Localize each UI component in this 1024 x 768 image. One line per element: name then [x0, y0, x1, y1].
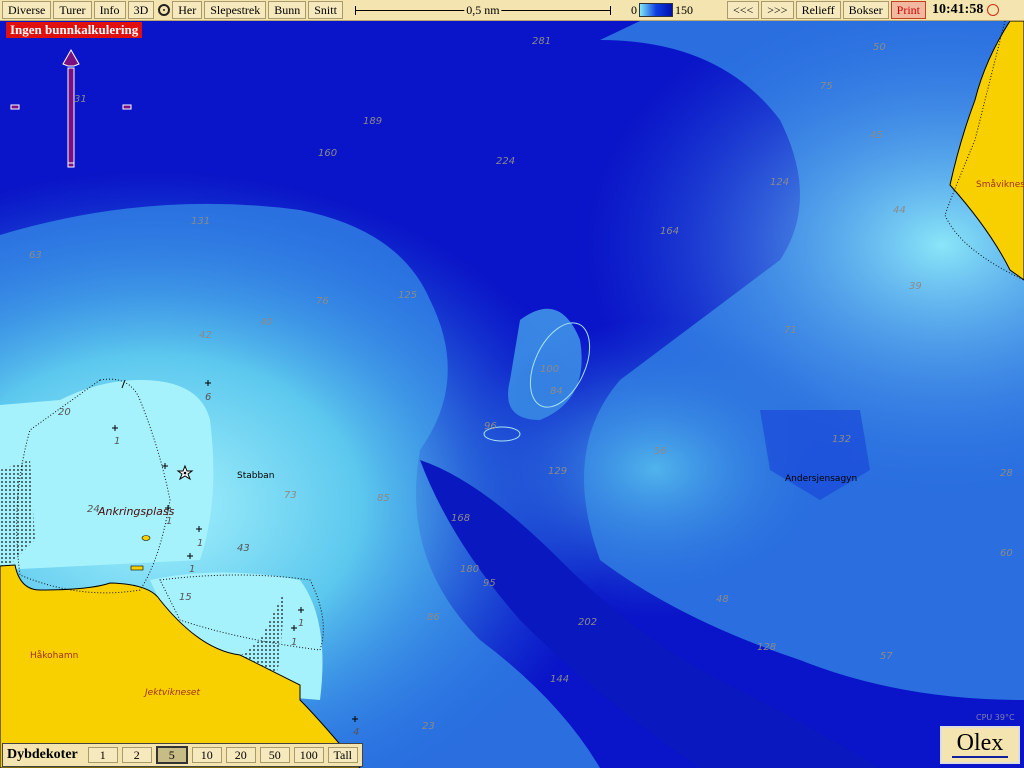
place-hakohamn: Håkohamn — [30, 651, 79, 661]
contour-10-button[interactable]: 10 — [191, 747, 222, 763]
contour-100-button[interactable]: 100 — [293, 747, 324, 763]
depth-label: 71 — [784, 325, 797, 336]
depth-label: 164 — [660, 226, 680, 237]
depth-contour-bar: Dybdekoter 1 2 5 10 20 50 100 Tall — [2, 743, 363, 767]
turer-button[interactable]: Turer — [53, 1, 92, 19]
depth-label: 85 — [377, 493, 390, 504]
depth-label: 132 — [832, 434, 852, 445]
depth-label: 281 — [532, 36, 552, 47]
shallow-depth-label: 4 — [353, 727, 360, 738]
contour-5-button[interactable]: 5 — [155, 746, 188, 764]
depth-label: 160 — [318, 148, 338, 159]
depth-label: 95 — [483, 578, 496, 589]
depth-label: 50 — [873, 42, 886, 53]
depth-label: 48 — [716, 594, 729, 605]
depth-label: 144 — [550, 674, 570, 685]
olex-logo[interactable]: Olex — [940, 726, 1020, 764]
no-bottom-calculation-warning: Ingen bunnkalkulering — [6, 22, 143, 38]
depth-label: 57 — [880, 651, 893, 662]
clock: 10:41:58 — [932, 2, 984, 17]
shallow-depth-label: 1 — [291, 637, 298, 648]
depth-label: 128 — [757, 642, 777, 653]
depth-label: 202 — [578, 617, 598, 628]
depth-label: 168 — [451, 513, 471, 524]
rock-2 — [130, 565, 144, 571]
bunn-button[interactable]: Bunn — [268, 1, 307, 19]
depth-label: 129 — [548, 466, 568, 477]
relieff-button[interactable]: Relieff — [795, 1, 841, 19]
sun-icon[interactable] — [987, 4, 1000, 16]
top-toolbar: Diverse Turer Info 3D Her Slepestrek Bun… — [0, 0, 1024, 21]
depth-label: 45 — [870, 130, 883, 141]
depth-label: 44 — [893, 205, 906, 216]
bokser-button[interactable]: Bokser — [842, 1, 889, 19]
legend-max: 150 — [674, 2, 693, 17]
diverse-button[interactable]: Diverse — [2, 1, 52, 19]
depth-label: 100 — [540, 364, 560, 375]
info-button[interactable]: Info — [93, 1, 126, 19]
depth-label: 76 — [316, 296, 329, 307]
cpu-temperature: CPU 39°C — [976, 713, 1015, 722]
place-jektvikneset: Jektvikneset — [145, 688, 200, 698]
depth-label: 40 — [260, 317, 273, 328]
depth-legend: 0 150 — [631, 3, 693, 18]
depth-label: 125 — [398, 290, 418, 301]
depth-label: 124 — [770, 177, 790, 188]
depth-label: 31 — [74, 94, 87, 105]
prev-button[interactable]: <<< — [726, 1, 760, 19]
shallow-depth-label: 1 — [197, 538, 204, 549]
contour-20-button[interactable]: 20 — [225, 747, 256, 763]
snitt-button[interactable]: Snitt — [308, 1, 343, 19]
depth-label: 84 — [550, 386, 563, 397]
rock-1 — [141, 535, 151, 541]
depth-label: 63 — [29, 250, 42, 261]
depth-label: 75 — [820, 81, 833, 92]
chart-map[interactable]: 281 31 189 160 224 50 75 45 124 44 164 131 63 125 76 40… — [0, 21, 1024, 768]
depth-gradient — [638, 3, 673, 17]
place-ankringsplass: Ankringsplass — [98, 505, 175, 518]
place-andersjensagyn: Andersjensagyn — [785, 474, 858, 484]
next-button[interactable]: >>> — [761, 1, 794, 19]
olex-logo-text: Olex — [956, 730, 1004, 756]
depth-label: 28 — [1000, 468, 1013, 479]
depth-label: 180 — [460, 564, 480, 575]
depth-label: 73 — [284, 490, 297, 501]
scale-label: 0,5 nm — [464, 3, 502, 18]
legend-min: 0 — [630, 2, 637, 17]
depth-label: 86 — [427, 612, 440, 623]
her-button[interactable]: Her — [172, 1, 203, 19]
contour-50-button[interactable]: 50 — [259, 747, 290, 763]
depth-label: 42 — [199, 330, 212, 341]
shallow-depth-label: 43 — [237, 543, 250, 554]
shallow-depth-label: 1 — [114, 436, 121, 447]
depth-label: 96 — [484, 421, 497, 432]
contour-1-button[interactable]: 1 — [87, 747, 118, 763]
shallow-depth-label: 15 — [179, 592, 192, 603]
depth-label: 23 — [422, 721, 435, 732]
print-button[interactable]: Print — [890, 1, 927, 19]
depth-label: 60 — [1000, 548, 1013, 559]
contour-tall-button[interactable]: Tall — [327, 747, 358, 763]
place-smaviknese: Småviknese — [976, 180, 1024, 190]
shallow-depth-label: 6 — [205, 392, 212, 403]
contour-2-button[interactable]: 2 — [121, 747, 152, 763]
target-icon[interactable] — [158, 4, 171, 16]
shallow-depth-label: 1 — [189, 564, 196, 575]
3d-button[interactable]: 3D — [127, 1, 155, 19]
scale-bar: 0,5 nm — [354, 2, 611, 18]
depth-label: 224 — [496, 156, 516, 167]
depth-label: 189 — [363, 116, 383, 127]
slepestrek-button[interactable]: Slepestrek — [204, 1, 267, 19]
shallow-depth-label: 1 — [298, 618, 305, 629]
shallow-depth-label: 20 — [58, 407, 71, 418]
place-stabban: Stabban — [237, 471, 275, 481]
depth-label: 39 — [909, 281, 922, 292]
depth-label: 56 — [654, 446, 667, 457]
depth-contour-title: Dybdekoter — [7, 747, 78, 762]
depth-label: 131 — [191, 216, 211, 227]
